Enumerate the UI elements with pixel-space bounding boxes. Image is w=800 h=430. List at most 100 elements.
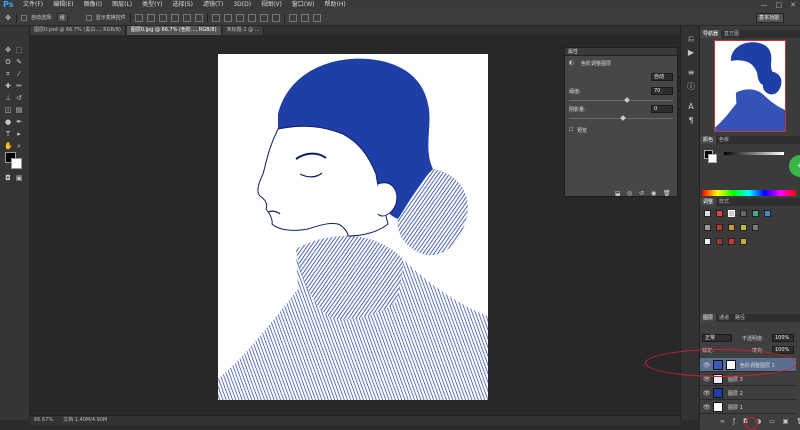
layer-row[interactable]: 👁 图层 2: [700, 386, 796, 400]
close-button[interactable]: ✕: [790, 0, 796, 10]
distribute-top-icon[interactable]: [211, 13, 220, 22]
color-lookup-icon[interactable]: [740, 224, 747, 231]
gradient-map-icon[interactable]: [728, 238, 735, 245]
eyedropper-icon[interactable]: ⁄: [15, 70, 23, 78]
marquee-tool-icon[interactable]: ⬚: [15, 46, 23, 54]
menu-filter[interactable]: 滤镜(T): [198, 0, 228, 10]
workspace-dropdown[interactable]: 基本功能: [756, 13, 784, 23]
align-bottom-icon[interactable]: [158, 13, 167, 22]
align-left-icon[interactable]: [170, 13, 179, 22]
threshold-slider-knob[interactable]: [624, 97, 630, 103]
type-tool-icon[interactable]: T: [4, 130, 12, 138]
healing-brush-icon[interactable]: ✚: [4, 82, 12, 90]
align-top-icon[interactable]: [134, 13, 143, 22]
distribute-hcenter-icon[interactable]: [259, 13, 268, 22]
path-select-icon[interactable]: ▸: [15, 130, 23, 138]
menu-image[interactable]: 图像(I): [79, 0, 107, 10]
visibility-eye-icon[interactable]: 👁: [703, 390, 711, 397]
visibility-eye-icon[interactable]: 👁: [703, 376, 711, 383]
layer-row[interactable]: 👁 图层 1: [700, 400, 796, 414]
menu-type[interactable]: 类型(Y): [137, 0, 167, 10]
properties-icon[interactable]: ≡: [686, 68, 696, 78]
shadow-slider-knob[interactable]: [620, 115, 626, 121]
posterize-icon[interactable]: [704, 238, 711, 245]
tab-channels[interactable]: 通道: [716, 314, 732, 322]
auto-select-checkbox[interactable]: [21, 14, 27, 21]
background-color-swatch[interactable]: [11, 158, 22, 169]
reset-icon[interactable]: ↺: [639, 190, 644, 197]
distribute-vcenter-icon[interactable]: [223, 13, 232, 22]
threshold-slider-track[interactable]: [569, 100, 673, 101]
menu-edit[interactable]: 编辑(E): [48, 0, 78, 10]
align-right-icon[interactable]: [194, 13, 203, 22]
visibility-eye-icon[interactable]: 👁: [703, 404, 711, 411]
maximize-button[interactable]: □: [776, 0, 783, 10]
curves-icon[interactable]: [728, 210, 735, 217]
tab-histogram[interactable]: 直方图: [721, 30, 742, 38]
crop-tool-icon[interactable]: ⌗: [4, 70, 12, 78]
tab-document-1[interactable]: 图层0.psd @ 66.7% (黑白..., RGB/8): [30, 26, 126, 35]
3d-pan-icon[interactable]: [312, 13, 321, 22]
paragraph-icon[interactable]: ¶: [686, 116, 696, 126]
character-icon[interactable]: A: [686, 102, 696, 112]
delete-layer-icon[interactable]: 🗑: [796, 418, 800, 428]
clip-layer-icon[interactable]: ⬓: [615, 190, 621, 197]
tab-document-3[interactable]: 未标题-1 @ ...: [222, 26, 265, 35]
delete-icon[interactable]: 🗑: [663, 190, 671, 197]
auto-button[interactable]: 自动: [651, 73, 673, 81]
bw-icon[interactable]: [704, 224, 711, 231]
invert-icon[interactable]: [752, 224, 759, 231]
opacity-input[interactable]: 100%: [772, 334, 794, 342]
new-group-icon[interactable]: ▭: [769, 418, 775, 428]
move-tool-icon[interactable]: ✥: [4, 46, 12, 54]
gradient-tool-icon[interactable]: ▤: [15, 106, 23, 114]
properties-title[interactable]: 属性: [565, 48, 677, 56]
auto-select-dropdown[interactable]: 组: [56, 12, 68, 23]
fx-icon[interactable]: ƒ: [733, 418, 735, 428]
shadow-input[interactable]: 0: [651, 105, 673, 113]
view-previous-icon[interactable]: ◎: [627, 190, 632, 197]
new-layer-icon[interactable]: ▣: [783, 418, 789, 428]
transform-controls-checkbox[interactable]: [85, 14, 92, 21]
threshold-icon[interactable]: [716, 238, 723, 245]
tab-navigator[interactable]: 导航器: [700, 30, 722, 38]
menu-3d[interactable]: 3D(D): [228, 0, 256, 10]
hue-icon[interactable]: [764, 210, 771, 217]
menu-view[interactable]: 视图(V): [256, 0, 287, 10]
levels-icon[interactable]: [716, 210, 723, 217]
menu-select[interactable]: 选择(S): [167, 0, 198, 10]
visibility-icon[interactable]: ◉: [651, 190, 656, 197]
document-canvas[interactable]: [218, 54, 488, 400]
history-icon[interactable]: ⎌: [686, 34, 696, 44]
preview-checkbox[interactable]: ☐: [569, 127, 573, 133]
screen-mode-icon[interactable]: ▣: [15, 174, 23, 182]
3d-mode-icon[interactable]: [288, 13, 297, 22]
exposure-icon[interactable]: [740, 210, 747, 217]
quick-select-icon[interactable]: ✎: [15, 58, 23, 66]
info-icon[interactable]: ⓘ: [686, 82, 696, 92]
tab-document-2[interactable]: 图层0.jpg @ 66.7% (色阶..., RGB/8): [126, 26, 222, 35]
minimize-button[interactable]: —: [761, 0, 768, 10]
clone-stamp-icon[interactable]: ⊥: [4, 94, 12, 102]
hand-tool-icon[interactable]: ✋: [4, 142, 13, 150]
eraser-tool-icon[interactable]: ◫: [4, 106, 12, 114]
color-bg-swatch[interactable]: [708, 154, 717, 163]
3d-rotate-icon[interactable]: [300, 13, 309, 22]
blend-mode-dropdown[interactable]: 正常: [702, 334, 732, 342]
menu-window[interactable]: 窗口(W): [287, 0, 320, 10]
align-hcenter-icon[interactable]: [182, 13, 191, 22]
tab-paths[interactable]: 路径: [732, 314, 748, 322]
color-spectrum[interactable]: [702, 190, 796, 196]
channel-mixer-icon[interactable]: [728, 224, 735, 231]
menu-help[interactable]: 帮助(H): [320, 0, 351, 10]
selective-color-icon[interactable]: [740, 238, 747, 245]
tab-layers[interactable]: 图层: [700, 314, 717, 322]
zoom-level[interactable]: 66.67%: [34, 416, 53, 425]
quick-mask-icon[interactable]: ◘: [4, 174, 12, 182]
menu-file[interactable]: 文件(F): [18, 0, 48, 10]
history-brush-icon[interactable]: ↺: [15, 94, 23, 102]
align-vcenter-icon[interactable]: [146, 13, 155, 22]
brightness-icon[interactable]: [704, 210, 711, 217]
move-tool-icon[interactable]: ✥: [4, 14, 12, 22]
lasso-tool-icon[interactable]: ʘ: [4, 58, 12, 66]
